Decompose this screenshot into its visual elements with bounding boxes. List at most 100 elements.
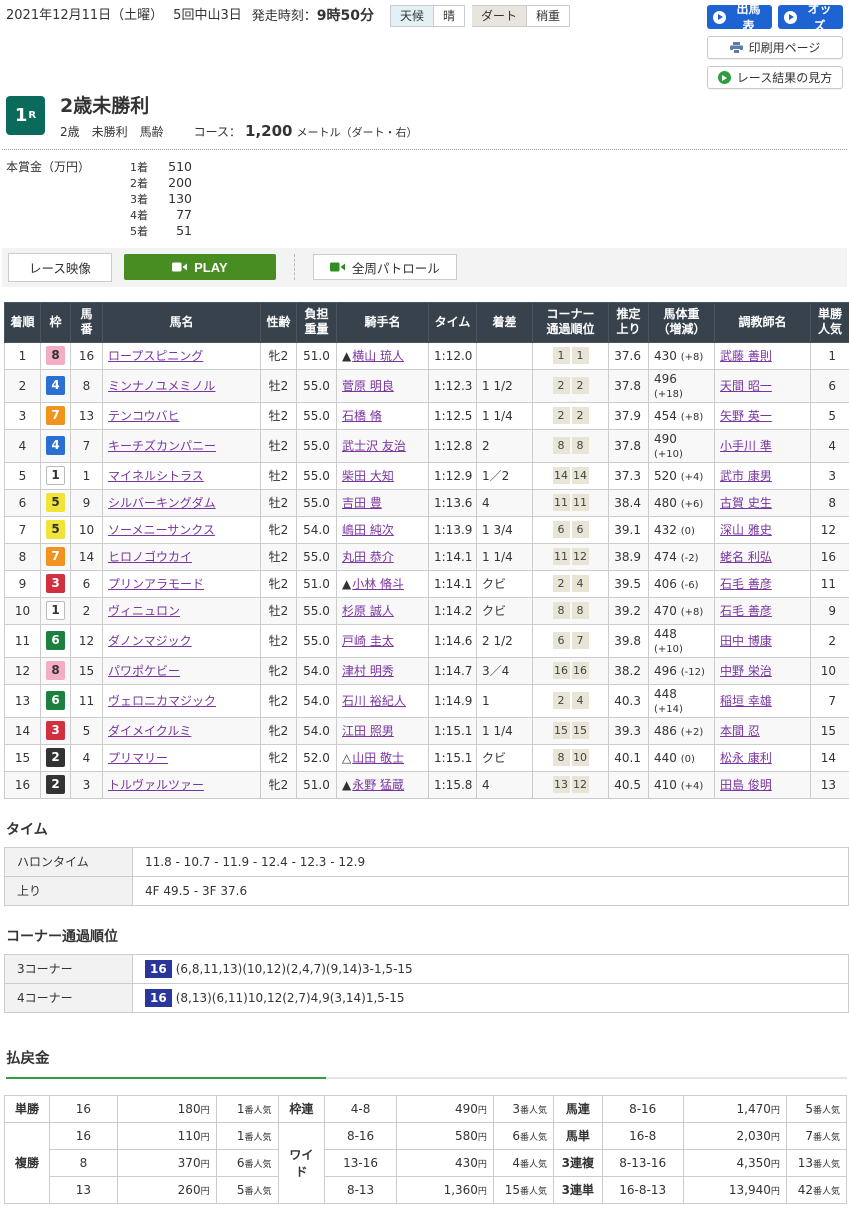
payout-row: 単勝16180円1番人気 <box>5 1095 279 1122</box>
last-3f-time: 39.1 <box>609 516 649 543</box>
payout-popularity: 42番人気 <box>786 1176 846 1203</box>
trainer-name-link[interactable]: 深山 雅史 <box>720 523 772 537</box>
popularity-suffix: 番人気 <box>813 1187 840 1197</box>
jockey-name-link[interactable]: 嶋田 純次 <box>342 523 394 537</box>
horse-weight: 474 <box>654 550 681 564</box>
horse-weight-diff: (+10) <box>654 644 683 655</box>
trainer-name-link[interactable]: 中野 栄治 <box>720 664 772 678</box>
corner-position: 14 <box>572 467 589 484</box>
horse-name-link[interactable]: マイネルシトラス <box>108 469 204 483</box>
jockey-name-link[interactable]: 菅原 明良 <box>342 379 394 393</box>
horse-weight: 496 <box>654 664 681 678</box>
payout-combination: 8-16 <box>602 1095 683 1122</box>
margin: 1 1/4 <box>477 543 533 570</box>
last-3f-time: 38.2 <box>609 657 649 684</box>
yen-suffix: 円 <box>478 1187 487 1197</box>
payout-combination: 16 <box>49 1122 117 1149</box>
how-to-read-button[interactable]: レース結果の見方 <box>707 66 843 89</box>
trainer-name-link[interactable]: 小手川 準 <box>720 439 772 453</box>
horse-name-link[interactable]: プリンアラモード <box>108 577 204 591</box>
trainer-name-link[interactable]: 稲垣 幸雄 <box>720 694 772 708</box>
trainer-name-link[interactable]: 矢野 英一 <box>720 409 772 423</box>
popularity-suffix: 番人気 <box>245 1160 272 1170</box>
jockey-name-link[interactable]: 武士沢 友治 <box>342 439 406 453</box>
horse-name-link[interactable]: キーチズカンパニー <box>108 439 216 453</box>
horse-name-link[interactable]: トルヴァルツァー <box>108 778 204 792</box>
horse-name-link[interactable]: ダノンマジック <box>108 634 192 648</box>
horse-weight-diff: (-12) <box>681 667 705 678</box>
jockey-name-link[interactable]: 横山 琉人 <box>352 349 404 363</box>
corner-position: 12 <box>572 776 589 793</box>
jockey-name-link[interactable]: 津村 明秀 <box>342 664 394 678</box>
jockey-name-link[interactable]: 柴田 大知 <box>342 469 394 483</box>
horse-weight: 490 <box>654 432 677 446</box>
payout-amount-value: 2,030 <box>737 1129 771 1143</box>
prize-amount: 77 <box>164 207 192 222</box>
popularity-value: 5 <box>805 1102 813 1116</box>
trainer-name-link[interactable]: 古賀 史生 <box>720 496 772 510</box>
horse-name-link[interactable]: ダイメイクルミ <box>108 724 191 738</box>
course-suffix: メートル（ダート・右） <box>297 124 418 140</box>
course-label: コース： <box>194 123 241 140</box>
corner-row-label: 4コーナー <box>5 983 133 1012</box>
frame-cell: 3 <box>41 570 71 597</box>
jockey-name-link[interactable]: 江田 照男 <box>342 724 394 738</box>
sex-age: 牡2 <box>261 624 297 657</box>
trainer-name-link[interactable]: 石毛 善彦 <box>720 577 772 591</box>
results-column-header: タイム <box>429 302 477 342</box>
frame-cell: 6 <box>41 624 71 657</box>
trainer-name-link[interactable]: 天間 昭一 <box>720 379 772 393</box>
patrol-video-button[interactable]: 全周パトロール <box>313 254 457 280</box>
trainer-name-link[interactable]: 田島 俊明 <box>720 778 772 792</box>
horse-name-link[interactable]: シルバーキングダム <box>108 496 216 510</box>
apprentice-marker: △ <box>342 751 351 765</box>
jockey-name-link[interactable]: 石川 裕紀人 <box>342 694 406 708</box>
results-table: 着順枠馬 番馬名性齢負担 重量騎手名タイム着差コーナー 通過順位推定 上り馬体重… <box>4 302 849 799</box>
jockey-name-link[interactable]: 戸崎 圭太 <box>342 634 394 648</box>
horse-name-link[interactable]: ヴィニュロン <box>108 604 180 618</box>
finish-position: 1 <box>5 342 41 369</box>
payout-amount: 4,350円 <box>683 1149 786 1176</box>
start-time-label: 発走時刻： <box>252 9 317 24</box>
jockey-name-link[interactable]: 石橋 脩 <box>342 409 382 423</box>
start-time-value: 9時50分 <box>317 8 374 24</box>
play-button[interactable]: PLAY <box>124 254 276 280</box>
odds-button[interactable]: オッズ <box>778 5 843 29</box>
horse-name-link[interactable]: ソーメニーサンクス <box>108 523 215 537</box>
trainer-name-link[interactable]: 蛯名 利弘 <box>720 550 772 564</box>
jockey-name-link[interactable]: 吉田 豊 <box>342 496 382 510</box>
corner-position: 15 <box>553 722 570 739</box>
horse-name-link[interactable]: テンコウバヒ <box>108 409 180 423</box>
trainer-name-link[interactable]: 武藤 善則 <box>720 349 772 363</box>
trainer-name-link[interactable]: 武市 康男 <box>720 469 772 483</box>
jockey-cell: 石川 裕紀人 <box>337 684 429 717</box>
finish-position: 14 <box>5 717 41 744</box>
jockey-cell: 津村 明秀 <box>337 657 429 684</box>
jockey-name-link[interactable]: 山田 敬士 <box>352 751 404 765</box>
horse-name-link[interactable]: ロープスピニング <box>108 349 203 363</box>
entries-button[interactable]: 出馬表 <box>707 5 772 29</box>
sex-age: 牡2 <box>261 543 297 570</box>
trainer-name-link[interactable]: 田中 博康 <box>720 634 772 648</box>
horse-number: 7 <box>71 429 103 462</box>
horse-name-link[interactable]: プリマリー <box>108 751 168 765</box>
jockey-name-link[interactable]: 永野 猛蔵 <box>352 778 404 792</box>
horse-name-link[interactable]: ミンナノユメミノル <box>108 379 215 393</box>
corner-position: 8 <box>553 602 570 619</box>
payout-combination: 4-8 <box>325 1095 397 1122</box>
finish-position: 9 <box>5 570 41 597</box>
jockey-name-link[interactable]: 丸田 恭介 <box>342 550 394 564</box>
print-page-button[interactable]: 印刷用ページ <box>707 36 843 59</box>
trainer-name-link[interactable]: 石毛 善彦 <box>720 604 772 618</box>
horse-name-link[interactable]: パワポケビー <box>108 664 180 678</box>
result-row: 1012ヴィニュロン牡255.0杉原 誠人1:14.2クビ8839.2470 (… <box>5 597 849 624</box>
jockey-name-link[interactable]: 小林 脩斗 <box>352 577 404 591</box>
trainer-name-link[interactable]: 松永 康利 <box>720 751 772 765</box>
carried-weight: 55.0 <box>297 624 337 657</box>
horse-name-link[interactable]: ヴェロニカマジック <box>108 694 216 708</box>
horse-weight: 448 <box>654 687 677 701</box>
jockey-name-link[interactable]: 杉原 誠人 <box>342 604 394 618</box>
horse-name-link[interactable]: ヒロノゴウカイ <box>108 550 192 564</box>
sex-age: 牝2 <box>261 570 297 597</box>
trainer-name-link[interactable]: 本間 忍 <box>720 724 760 738</box>
